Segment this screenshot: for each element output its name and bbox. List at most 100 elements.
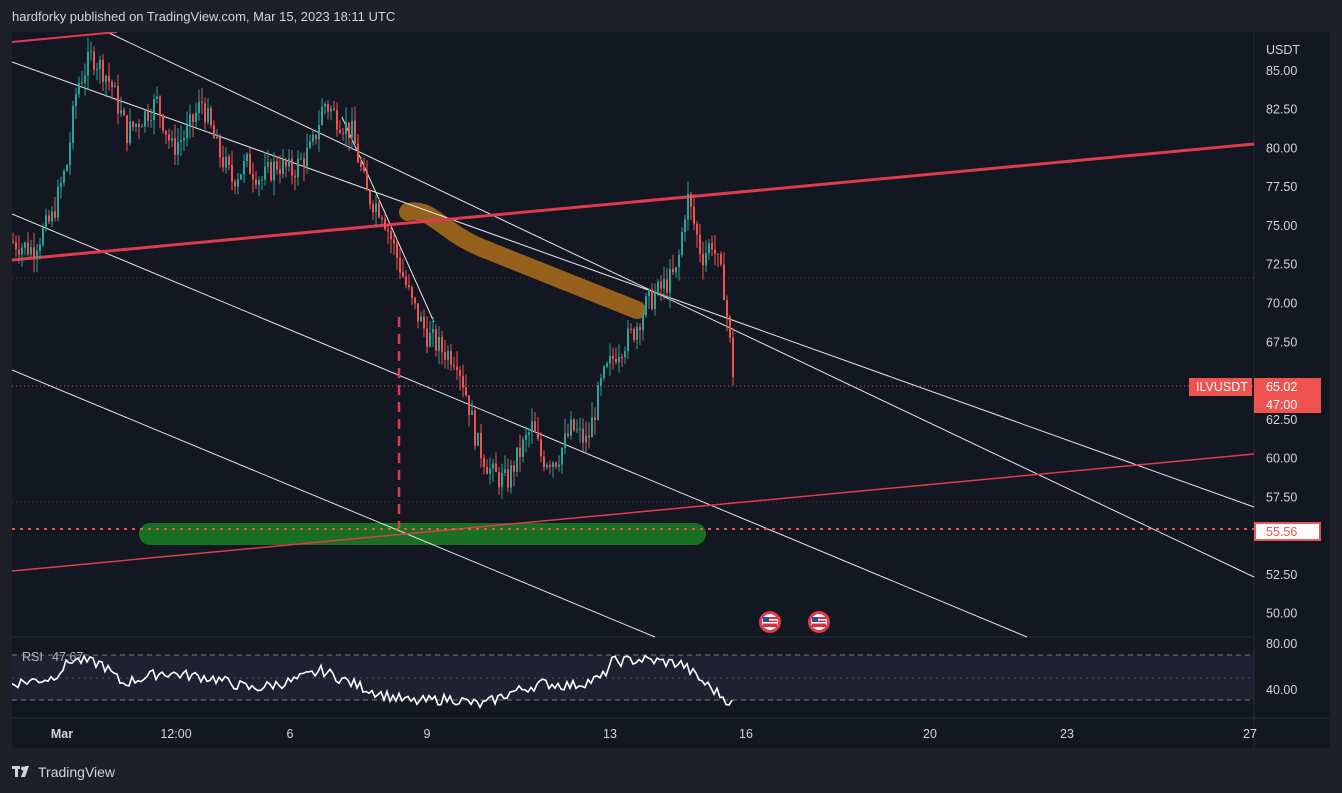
candle-body — [558, 464, 560, 467]
candle-body — [24, 242, 26, 248]
candle-body — [408, 284, 410, 288]
candle-body — [627, 328, 629, 352]
support-zone-highlight[interactable] — [139, 523, 706, 545]
candle-body — [90, 51, 92, 53]
candle-body — [129, 121, 131, 144]
candle-body — [564, 433, 566, 449]
candle-body — [45, 215, 47, 228]
rsi-title: RSI — [22, 650, 43, 664]
candle-body — [591, 417, 593, 438]
candle-body — [669, 269, 671, 293]
currency-label: USDT — [1266, 43, 1300, 57]
candle-body — [471, 410, 473, 415]
x-tick-label: 13 — [603, 727, 617, 741]
candle-body — [138, 123, 140, 128]
candle-body — [720, 253, 722, 265]
candle-body — [624, 351, 626, 358]
candle-body — [258, 180, 260, 185]
resistance-curve-highlight[interactable] — [399, 202, 646, 319]
y-tick-label: 67.50 — [1266, 335, 1297, 349]
candle-body — [399, 257, 401, 273]
candle-body — [294, 175, 296, 178]
y-tick-label: 57.50 — [1266, 490, 1297, 504]
candle-body — [642, 315, 644, 331]
upper-red-trendline[interactable] — [12, 142, 1255, 262]
candle-body — [78, 83, 80, 95]
x-tick-label: 23 — [1060, 727, 1074, 741]
y-tick-label: 50.00 — [1266, 607, 1297, 621]
rsi-value: 47.67 — [52, 650, 83, 664]
candle-body — [609, 355, 611, 364]
candle-body — [561, 448, 563, 465]
y-tick-label: 85.00 — [1266, 64, 1297, 78]
y-tick-label: 62.50 — [1266, 413, 1297, 427]
candle-body — [267, 162, 269, 167]
candle-body — [69, 142, 71, 166]
candle-body — [582, 428, 584, 443]
price-chart[interactable]: USDT 85.00 82.50 80.00 77.50 75.00 72.50 70.00… — [12, 32, 1330, 748]
candle-body — [516, 447, 518, 472]
us-flag-icon[interactable] — [759, 611, 781, 633]
candle-body — [66, 165, 68, 171]
candle-body — [321, 106, 323, 126]
candle-body — [681, 231, 683, 255]
candle-body — [39, 244, 41, 251]
candle-body — [369, 190, 371, 205]
candle-body — [27, 242, 29, 255]
candle-body — [705, 253, 707, 266]
x-tick-label: 9 — [424, 727, 431, 741]
candle-body — [306, 147, 308, 167]
candle-body — [81, 82, 83, 84]
candle-body — [60, 183, 62, 187]
level-price-value: 55.56 — [1266, 525, 1297, 539]
candle-body — [222, 157, 224, 168]
candle-body — [381, 217, 383, 220]
candle-body — [723, 264, 725, 300]
candle-body — [120, 110, 122, 114]
candle-body — [132, 121, 134, 127]
candle-body — [660, 281, 662, 289]
top-red-trendline[interactable] — [12, 32, 118, 43]
candle-body — [48, 215, 50, 222]
brand-name: TradingView — [38, 764, 116, 780]
candle-body — [87, 51, 89, 76]
candle-body — [57, 186, 59, 218]
channel-line-4 — [12, 369, 656, 638]
time-axis[interactable]: Mar 12:00 6 9 13 16 20 23 27 — [51, 727, 1257, 741]
candle-body — [291, 158, 293, 176]
candle-body — [42, 227, 44, 245]
candle-body — [33, 247, 35, 258]
candle-body — [231, 164, 233, 182]
us-flag-icon[interactable] — [808, 611, 830, 633]
candle-body — [600, 378, 602, 386]
rsi-tick-80: 80.00 — [1266, 637, 1297, 651]
tradingview-brand[interactable]: TradingView — [12, 764, 115, 780]
candle-body — [423, 316, 425, 329]
candle-body — [507, 469, 509, 488]
candle-body — [345, 122, 347, 134]
candle-body — [312, 134, 314, 142]
candle-body — [393, 239, 395, 244]
candle-body — [684, 219, 686, 232]
candle-body — [276, 161, 278, 170]
candle-body — [249, 153, 251, 174]
candle-body — [402, 272, 404, 277]
candle-body — [102, 59, 104, 82]
lower-red-trendline[interactable] — [12, 453, 1255, 572]
candle-body — [585, 435, 587, 443]
candle-body — [606, 363, 608, 367]
candle-body — [354, 120, 356, 144]
candle-body — [435, 329, 437, 351]
candle-body — [72, 106, 74, 143]
candle-body — [348, 122, 350, 138]
candle-body — [216, 136, 218, 139]
candle-body — [630, 328, 632, 330]
candle-body — [387, 229, 389, 232]
candle-body — [243, 160, 245, 175]
y-tick-label: 60.00 — [1266, 452, 1297, 466]
candle-body — [639, 326, 641, 331]
candle-body — [93, 51, 95, 70]
candle-body — [126, 115, 128, 144]
candle-body — [711, 243, 713, 250]
candle-body — [618, 357, 620, 363]
